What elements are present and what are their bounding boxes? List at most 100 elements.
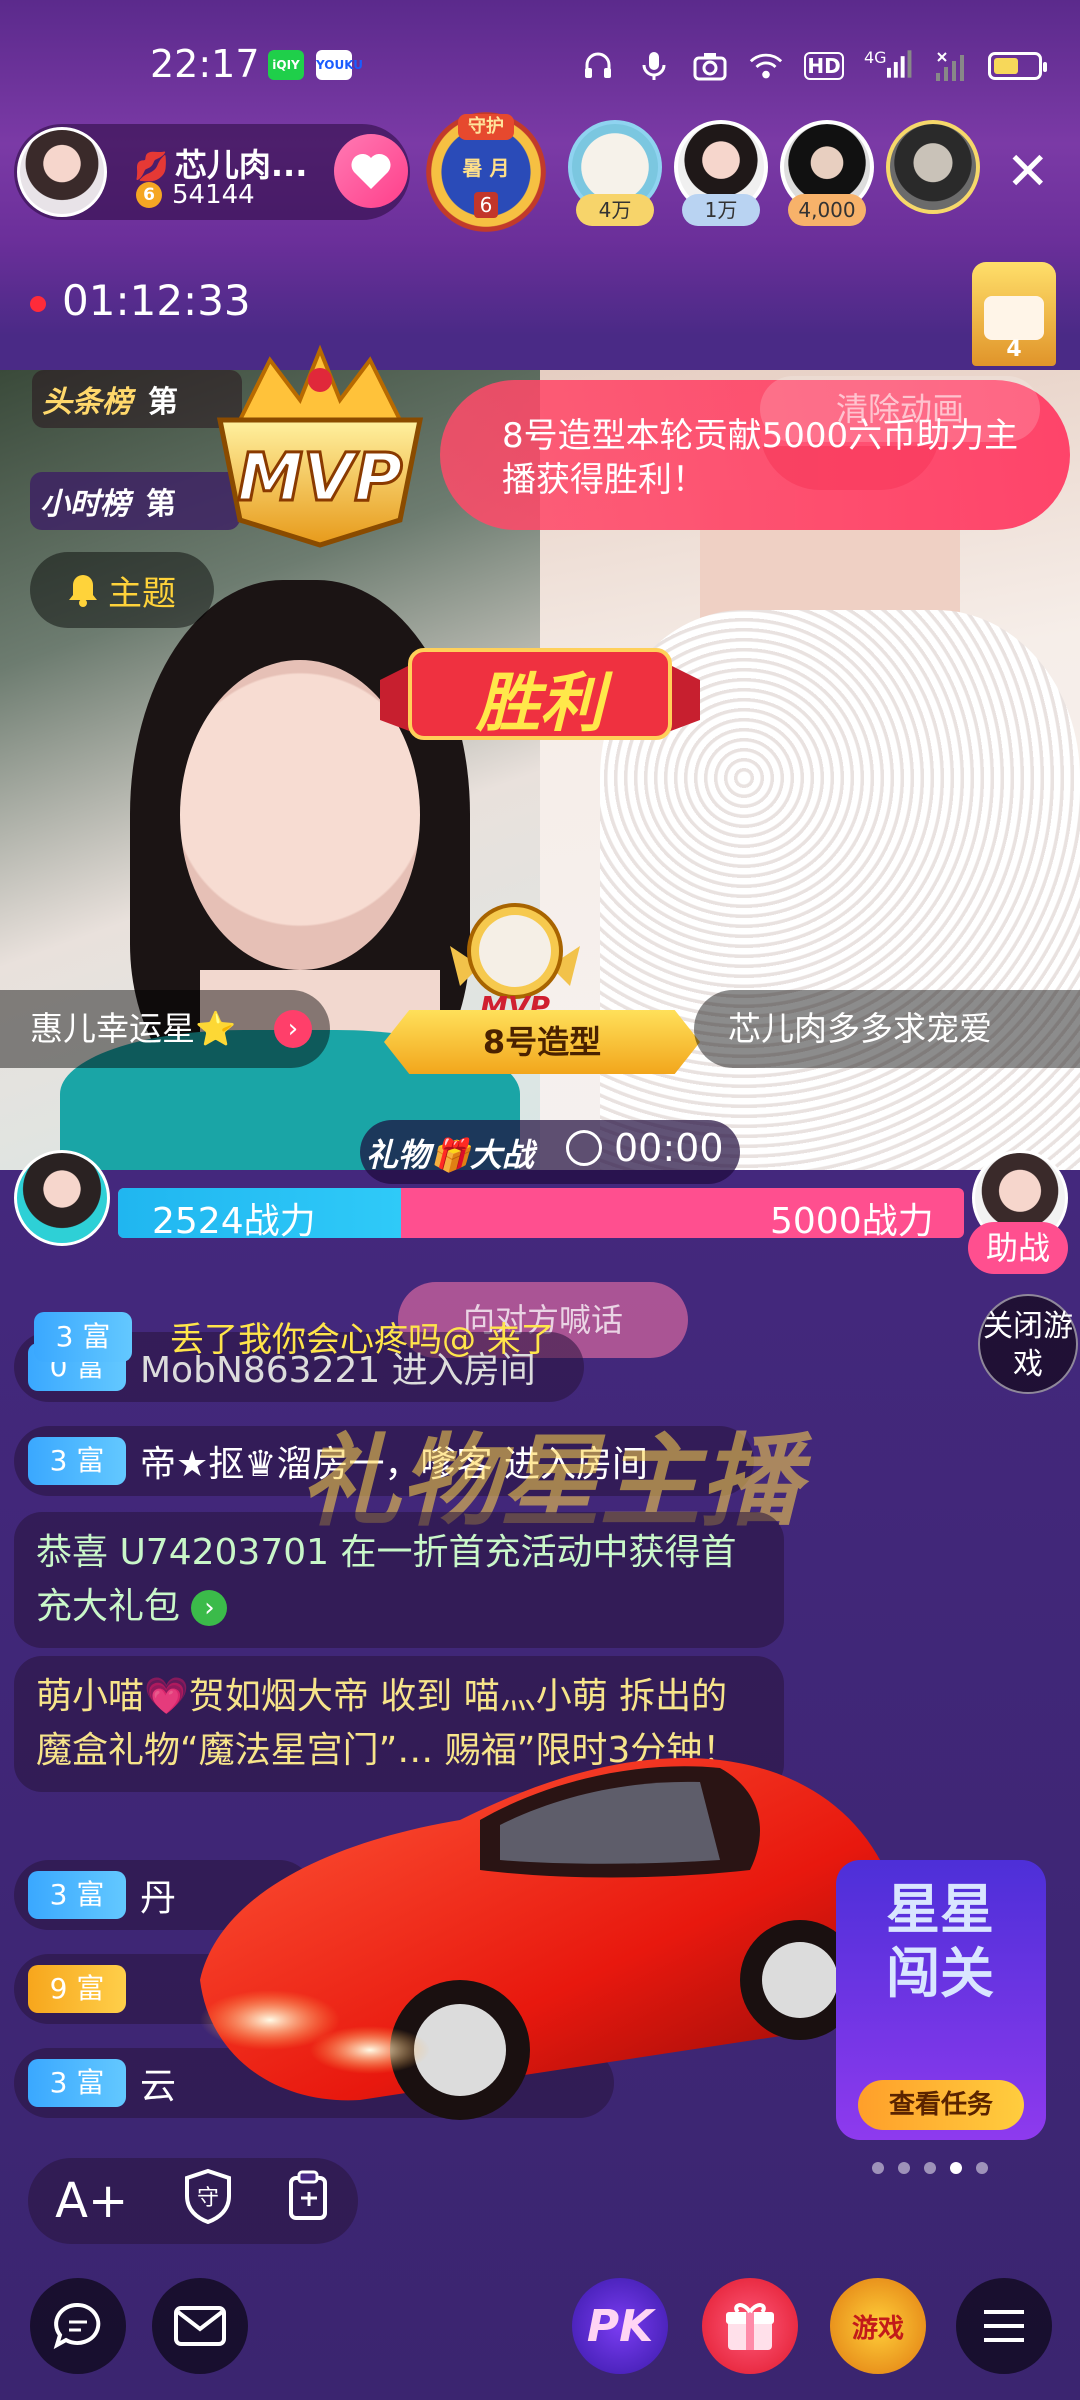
clipboard-button[interactable] — [287, 2170, 331, 2232]
mvp-crown-icon: MVP — [216, 344, 424, 548]
hourly-board-rank: 第 — [146, 487, 176, 522]
carousel-dot — [976, 2162, 988, 2174]
bell-icon — [69, 575, 97, 607]
host-capsule[interactable]: 💋 芯儿肉... 6 54144 — [14, 124, 410, 220]
chevron-right-icon: › — [191, 1590, 228, 1626]
team-right-name: 芯儿肉多多求宠爱 — [728, 1009, 992, 1048]
headline-board-rank: 第 — [148, 385, 178, 420]
assist-button[interactable]: 助战 — [968, 1222, 1068, 1274]
viewer-avatar-2[interactable]: 1万 — [672, 120, 770, 230]
close-icon[interactable]: ✕ — [1006, 146, 1050, 198]
mvp-banner-text: 8号造型本轮贡献5000六币助力主播获得胜利！ — [502, 416, 1019, 500]
throne-seat — [984, 296, 1044, 340]
hourly-board-label: 小时榜 — [40, 487, 130, 522]
menu-button[interactable] — [956, 2278, 1052, 2374]
mail-icon — [174, 2306, 226, 2346]
shield-text: 守 — [197, 2186, 219, 2211]
status-bar: 22:17 iQIY YOUKU HD 4G — [0, 0, 1080, 120]
team-right-label[interactable]: 芯儿肉多多求宠爱 — [694, 990, 1080, 1068]
chat-system-message[interactable]: 恭喜 U74203701 在一折首充活动中获得首充大礼包 › — [14, 1512, 784, 1648]
recording-dot — [30, 296, 46, 312]
clock-icon — [566, 1130, 602, 1166]
gift-button[interactable] — [702, 2278, 798, 2374]
camera-icon — [692, 48, 728, 84]
victory-text: 胜利 — [476, 667, 604, 741]
chat-button[interactable] — [30, 2278, 126, 2374]
guard-label: 守护 — [458, 114, 514, 140]
live-timer: 01:12:33 — [62, 276, 251, 325]
pk-avatar-left[interactable] — [14, 1150, 110, 1246]
floating-message: 丢了我你会心疼吗@ 来了 — [170, 1320, 555, 1360]
carousel-dot-active — [950, 2162, 962, 2174]
follow-button[interactable] — [334, 134, 408, 208]
host-avatar[interactable] — [17, 127, 107, 217]
mvp-crown-text: MVP — [237, 439, 402, 516]
mic-icon — [636, 48, 672, 84]
viewer-avatar-1[interactable]: 4万 — [566, 120, 664, 230]
carousel-dot — [872, 2162, 884, 2174]
mail-button[interactable] — [152, 2278, 248, 2374]
rich-level-badge: 3 富 — [28, 2059, 126, 2107]
menu-icon — [984, 2310, 1024, 2342]
status-time: 22:17 — [150, 42, 260, 86]
wifi-icon — [748, 48, 784, 84]
network-label: 4G — [864, 48, 887, 67]
viewer-rank-tag: 1万 — [682, 194, 760, 226]
rich-level-badge: 9 富 — [28, 1965, 126, 2013]
rich-level-badge: 3 富 — [28, 1437, 126, 1485]
guard-badge[interactable]: 守护 暑 月 6 — [426, 112, 546, 232]
throne-count: 4 — [1006, 337, 1022, 362]
topic-label: 主题 — [108, 573, 176, 614]
sports-car-gift-animation — [200, 1758, 893, 2120]
signal-2-icon — [932, 48, 968, 84]
shield-icon: 守 — [184, 2168, 231, 2225]
gift-icon — [726, 2303, 774, 2350]
clipboard-icon — [288, 2170, 327, 2220]
headphones-icon — [580, 48, 616, 84]
tool-row: A+ 守 — [28, 2158, 358, 2244]
youku-app-icon: YOUKU — [316, 50, 363, 80]
mvp-name-tag: 8号造型 — [384, 1010, 700, 1074]
guard-count: 6 — [474, 192, 498, 218]
viewer-avatar-3[interactable]: 4,000 — [778, 120, 876, 230]
pk-button[interactable]: PK — [572, 2278, 668, 2374]
team-left-name: 惠儿幸运星⭐ — [30, 1009, 237, 1048]
rich-level-badge: 3 富 — [28, 1871, 126, 1919]
host-level-badge: 6 — [136, 182, 162, 208]
viewer-rank-tag: 4,000 — [788, 194, 866, 226]
star-quest-title: 星星闯关 — [886, 1878, 994, 2005]
team-left-label[interactable]: 惠儿幸运星⭐ › — [0, 990, 330, 1068]
viewer-avatar-image — [886, 120, 980, 214]
close-game-button[interactable]: 关闭游戏 — [978, 1294, 1078, 1394]
gift-war-time: 00:00 — [614, 1126, 724, 1170]
status-icons: HD 4G — [580, 46, 1047, 86]
signal-icon: 4G — [864, 48, 912, 84]
game-button[interactable]: 游戏 — [830, 2278, 926, 2374]
battery-icon — [988, 52, 1047, 80]
carousel-dot — [898, 2162, 910, 2174]
iqiyi-app-icon: iQIY — [268, 50, 304, 80]
viewer-avatar-4[interactable] — [884, 120, 982, 230]
heart-icon — [351, 153, 391, 189]
view-tasks-button[interactable]: 查看任务 — [858, 2080, 1024, 2130]
carousel-dots — [872, 2162, 988, 2174]
chat-bubble-icon — [53, 2302, 101, 2350]
host-name-text: 芯儿肉... — [174, 146, 308, 184]
lips-icon: 💋 — [134, 150, 169, 183]
pk-left-power: 2524战力 — [152, 1201, 316, 1242]
host-fans-count: 54144 — [172, 180, 255, 210]
pk-right-power: 5000战力 — [770, 1201, 934, 1242]
font-size-button[interactable]: A+ — [55, 2173, 128, 2229]
hd-icon: HD — [804, 52, 844, 80]
throne-badge[interactable]: 4 — [972, 262, 1056, 366]
headline-board-label: 头条榜 — [42, 385, 132, 420]
guard-text: 暑 月 — [462, 156, 510, 180]
viewer-rank-tag: 4万 — [576, 194, 654, 226]
chevron-right-icon: › — [274, 1010, 312, 1048]
gift-war-title: 礼物🎁大战 — [366, 1136, 534, 1174]
mvp-badge-icon: MVP — [450, 903, 580, 1023]
guard-shield-button[interactable]: 守 — [183, 2168, 233, 2234]
topic-button[interactable]: 主题 — [30, 552, 214, 628]
hourly-board[interactable]: 小时榜 第 — [30, 472, 240, 530]
chat-text: 恭喜 U74203701 在一折首充活动中获得首充大礼包 — [36, 1532, 737, 1627]
